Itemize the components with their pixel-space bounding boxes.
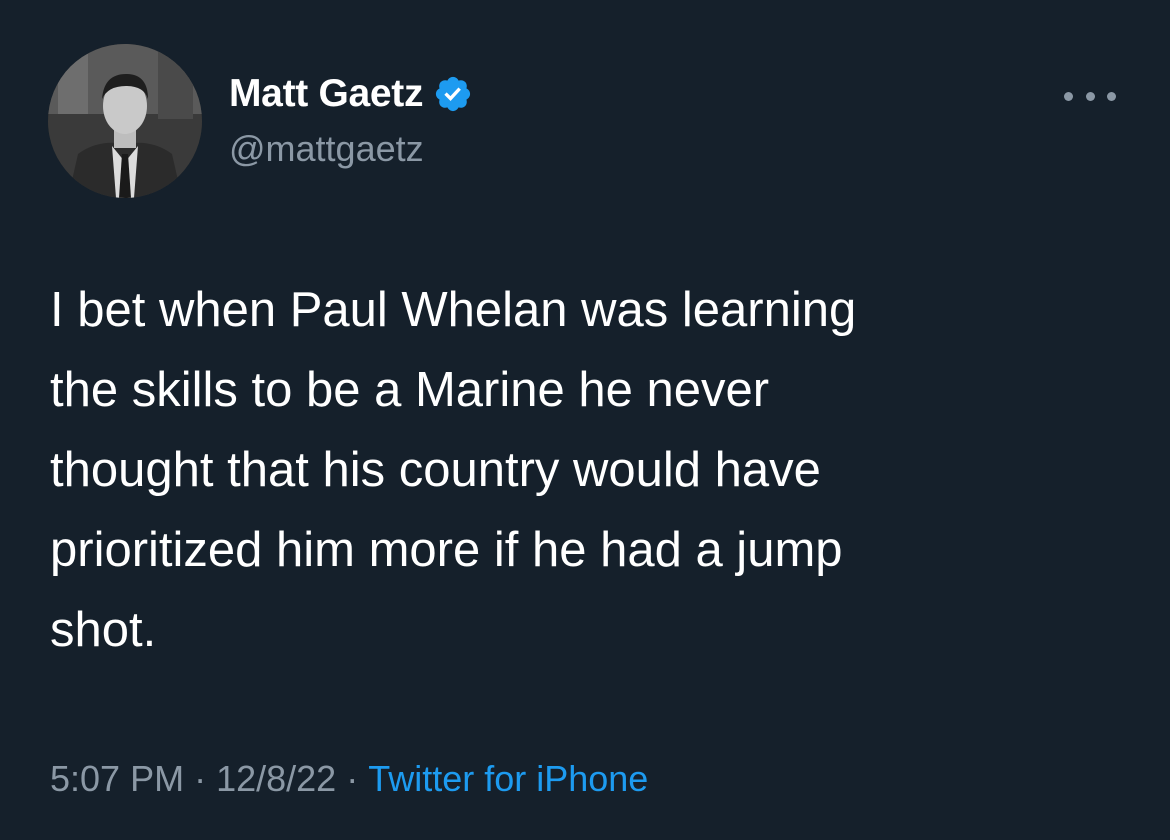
tweet-card: Matt Gaetz @mattgaetz I bet when Paul Wh…: [0, 0, 1170, 840]
avatar-photo: [48, 44, 202, 198]
tweet-meta: 5:07 PM · 12/8/22 · Twitter for iPhone: [50, 758, 648, 800]
avatar[interactable]: [48, 44, 202, 198]
name-row: Matt Gaetz: [229, 70, 473, 118]
verified-badge-icon: [436, 76, 471, 112]
author-block: Matt Gaetz @mattgaetz: [229, 70, 473, 170]
tweet-time[interactable]: 5:07 PM: [50, 758, 184, 799]
more-dot: [1064, 91, 1073, 101]
more-dot: [1107, 91, 1116, 101]
author-handle[interactable]: @mattgaetz: [229, 128, 473, 170]
tweet-source-link[interactable]: Twitter for iPhone: [368, 758, 648, 799]
meta-separator: ·: [346, 758, 359, 799]
meta-separator: ·: [194, 758, 207, 799]
author-name[interactable]: Matt Gaetz: [229, 72, 424, 116]
tweet-date[interactable]: 12/8/22: [216, 758, 336, 799]
tweet-text: I bet when Paul Whelan was learning the …: [50, 283, 857, 657]
more-options-icon[interactable]: [1064, 84, 1116, 108]
more-dot: [1085, 91, 1095, 101]
